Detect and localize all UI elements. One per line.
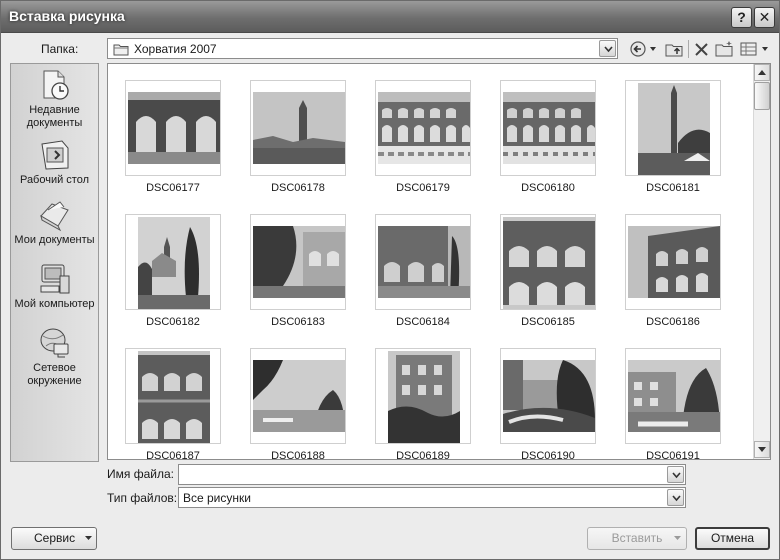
dialog-title: Вставка рисунка bbox=[9, 8, 125, 24]
file-name: DSC06189 bbox=[396, 450, 450, 460]
image-preview bbox=[375, 80, 471, 176]
recent-documents-icon bbox=[38, 68, 72, 102]
place-label: Мои документы bbox=[14, 234, 95, 246]
place-label: Рабочий стол bbox=[19, 174, 90, 186]
image-preview bbox=[625, 214, 721, 310]
image-preview bbox=[500, 348, 596, 444]
filename-dropdown-arrow[interactable] bbox=[667, 466, 684, 483]
file-list[interactable]: DSC06177 DSC06178 DSC06179 DSC06180 DSC0… bbox=[107, 63, 771, 460]
image-preview bbox=[250, 348, 346, 444]
file-name: DSC06188 bbox=[271, 450, 325, 460]
place-my-computer[interactable]: Мой компьютер bbox=[11, 262, 98, 311]
new-folder-icon bbox=[715, 41, 733, 57]
filetype-label: Тип файлов: bbox=[107, 491, 178, 505]
cancel-label: Отмена bbox=[710, 531, 755, 545]
views-button[interactable] bbox=[739, 39, 771, 59]
scroll-thumb[interactable] bbox=[754, 82, 770, 110]
file-name: DSC06180 bbox=[521, 182, 575, 194]
image-preview bbox=[375, 214, 471, 310]
image-preview bbox=[625, 348, 721, 444]
folder-up-icon bbox=[665, 44, 683, 57]
place-recent-documents[interactable]: Недавние документы bbox=[11, 68, 98, 130]
insert-label: Вставить bbox=[611, 531, 663, 545]
back-button[interactable] bbox=[629, 39, 659, 59]
desktop-icon bbox=[38, 138, 72, 172]
place-label: Сетевое окружение bbox=[27, 362, 82, 387]
help-button[interactable]: ? bbox=[731, 7, 752, 28]
insert-button[interactable]: Вставить bbox=[587, 527, 687, 550]
new-folder-button[interactable] bbox=[713, 39, 735, 59]
chevron-up-icon bbox=[758, 70, 766, 75]
delete-icon bbox=[695, 43, 708, 56]
file-name: DSC06183 bbox=[271, 316, 325, 328]
scroll-down-button[interactable] bbox=[754, 441, 770, 458]
file-name: DSC06184 bbox=[396, 316, 450, 328]
image-preview bbox=[500, 80, 596, 176]
image-preview bbox=[375, 348, 471, 444]
folder-value: Хорватия 2007 bbox=[134, 42, 217, 56]
folder-dropdown-arrow[interactable] bbox=[599, 40, 616, 57]
service-label: Сервис bbox=[34, 531, 76, 545]
file-name: DSC06179 bbox=[396, 182, 450, 194]
back-arrow-icon bbox=[630, 41, 656, 57]
file-name: DSC06191 bbox=[646, 450, 700, 460]
place-label: Недавние документы bbox=[26, 104, 83, 129]
image-preview bbox=[250, 214, 346, 310]
service-button[interactable]: Сервис bbox=[11, 527, 97, 550]
filetype-dropdown-arrow[interactable] bbox=[667, 489, 684, 506]
delete-button[interactable] bbox=[693, 39, 711, 59]
dropdown-triangle-icon bbox=[85, 536, 92, 540]
my-documents-icon bbox=[38, 198, 72, 232]
place-desktop[interactable]: Рабочий стол bbox=[11, 138, 98, 187]
file-name: DSC06185 bbox=[521, 316, 575, 328]
filename-label: Имя файла: bbox=[107, 467, 174, 481]
folder-label: Папка: bbox=[41, 42, 79, 56]
scroll-up-button[interactable] bbox=[754, 64, 770, 81]
image-preview bbox=[125, 80, 221, 176]
up-folder-button[interactable] bbox=[663, 39, 685, 59]
image-preview bbox=[500, 214, 596, 310]
file-name: DSC06181 bbox=[646, 182, 700, 194]
image-preview bbox=[125, 348, 221, 444]
filetype-value: Все рисунки bbox=[183, 491, 251, 505]
place-network[interactable]: Сетевое окружение bbox=[11, 326, 98, 388]
chevron-down-icon bbox=[758, 447, 766, 452]
file-name: DSC06190 bbox=[521, 450, 575, 460]
folder-combo[interactable]: Хорватия 2007 bbox=[107, 38, 618, 59]
file-name: DSC06177 bbox=[146, 182, 200, 194]
places-bar: Недавние документы Рабочий стол Мои доку… bbox=[10, 63, 99, 462]
filename-input[interactable] bbox=[178, 464, 686, 485]
file-name: DSC06182 bbox=[146, 316, 200, 328]
image-preview bbox=[625, 80, 721, 176]
vertical-scrollbar[interactable] bbox=[753, 64, 770, 459]
image-preview bbox=[250, 80, 346, 176]
folder-icon bbox=[113, 44, 129, 56]
image-preview bbox=[125, 214, 221, 310]
chevron-down-icon bbox=[672, 495, 681, 502]
network-places-icon bbox=[38, 326, 72, 360]
place-my-documents[interactable]: Мои документы bbox=[11, 198, 98, 247]
place-label: Мой компьютер bbox=[14, 298, 95, 310]
chevron-down-icon bbox=[672, 472, 681, 479]
cancel-button[interactable]: Отмена bbox=[695, 527, 770, 550]
views-menu-icon bbox=[740, 42, 768, 56]
file-name: DSC06187 bbox=[146, 450, 200, 460]
close-button[interactable]: ✕ bbox=[754, 7, 775, 28]
file-name: DSC06186 bbox=[646, 316, 700, 328]
toolbar-separator bbox=[688, 40, 689, 58]
dropdown-triangle-icon bbox=[674, 536, 681, 540]
chevron-down-icon bbox=[604, 46, 613, 53]
title-bar: Вставка рисунка ? ✕ bbox=[1, 1, 779, 33]
insert-picture-dialog: Вставка рисунка ? ✕ Папка: Хорватия 2007 bbox=[0, 0, 780, 560]
filetype-select[interactable]: Все рисунки bbox=[178, 487, 686, 508]
file-name: DSC06178 bbox=[271, 182, 325, 194]
my-computer-icon bbox=[38, 262, 72, 296]
